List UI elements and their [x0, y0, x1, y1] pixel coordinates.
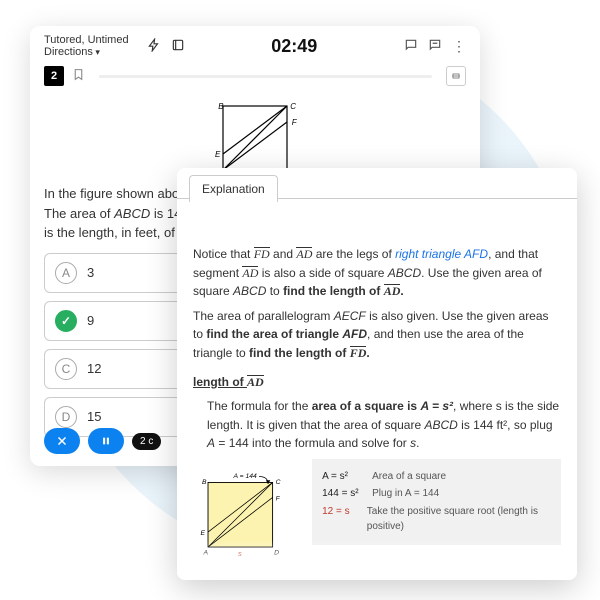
more-icon[interactable]: ⋮ — [452, 38, 466, 55]
svg-text:B: B — [202, 479, 207, 486]
directions-dropdown[interactable]: Directions — [44, 46, 129, 58]
solution-steps: A = s²Area of a square 144 = s²Plug in A… — [312, 459, 561, 545]
question-number-bar: 2 — [30, 62, 480, 94]
svg-text:B: B — [218, 102, 224, 111]
question-number: 2 — [44, 66, 64, 86]
choice-value: 12 — [87, 361, 101, 376]
question-header: Tutored, Untimed Directions 02:49 ⋮ — [30, 26, 480, 62]
choice-value: 9 — [87, 313, 94, 328]
bookmark-icon[interactable] — [72, 67, 85, 85]
right-triangle-link[interactable]: right triangle AFD — [395, 247, 488, 261]
explanation-tab[interactable]: Explanation — [189, 175, 278, 202]
subhead-length-ad: length of AD — [193, 373, 561, 392]
svg-text:C: C — [290, 102, 296, 111]
explanation-body: Notice that FD and AD are the legs of ri… — [177, 198, 577, 580]
book-icon[interactable] — [171, 38, 185, 55]
question-count-badge[interactable]: 2 c — [132, 433, 161, 450]
choice-value: 15 — [87, 409, 101, 424]
close-button[interactable] — [44, 428, 80, 454]
explanation-panel: Explanation Notice that FD and AD are th… — [177, 168, 577, 580]
timer: 02:49 — [195, 36, 394, 57]
explanation-paragraph-1: Notice that FD and AD are the legs of ri… — [193, 245, 561, 301]
pause-button[interactable] — [88, 428, 124, 454]
choice-value: 3 — [87, 265, 94, 280]
svg-text:E: E — [201, 530, 206, 537]
question-footer: 2 c — [44, 428, 161, 454]
progress-bar — [99, 75, 432, 78]
explanation-paragraph-3: The formula for the area of a square is … — [193, 397, 561, 453]
mode-label: Tutored, Untimed — [44, 34, 129, 46]
lightning-icon[interactable] — [147, 38, 161, 55]
svg-text:E: E — [215, 150, 221, 159]
choice-letter: C — [55, 358, 77, 380]
svg-text:C: C — [276, 479, 281, 486]
choice-letter: D — [55, 406, 77, 428]
choice-letter: A — [55, 262, 77, 284]
explanation-paragraph-2: The area of parallelogram AECF is also g… — [193, 307, 561, 363]
svg-text:F: F — [276, 495, 281, 502]
strikeout-toggle[interactable] — [446, 66, 466, 86]
svg-text:A = 144: A = 144 — [233, 473, 257, 480]
svg-text:F: F — [292, 118, 298, 127]
chat-icon[interactable] — [404, 38, 418, 55]
correct-check-icon: ✓ — [55, 310, 77, 332]
fade-overlay — [177, 540, 577, 580]
note-icon[interactable] — [428, 38, 442, 55]
